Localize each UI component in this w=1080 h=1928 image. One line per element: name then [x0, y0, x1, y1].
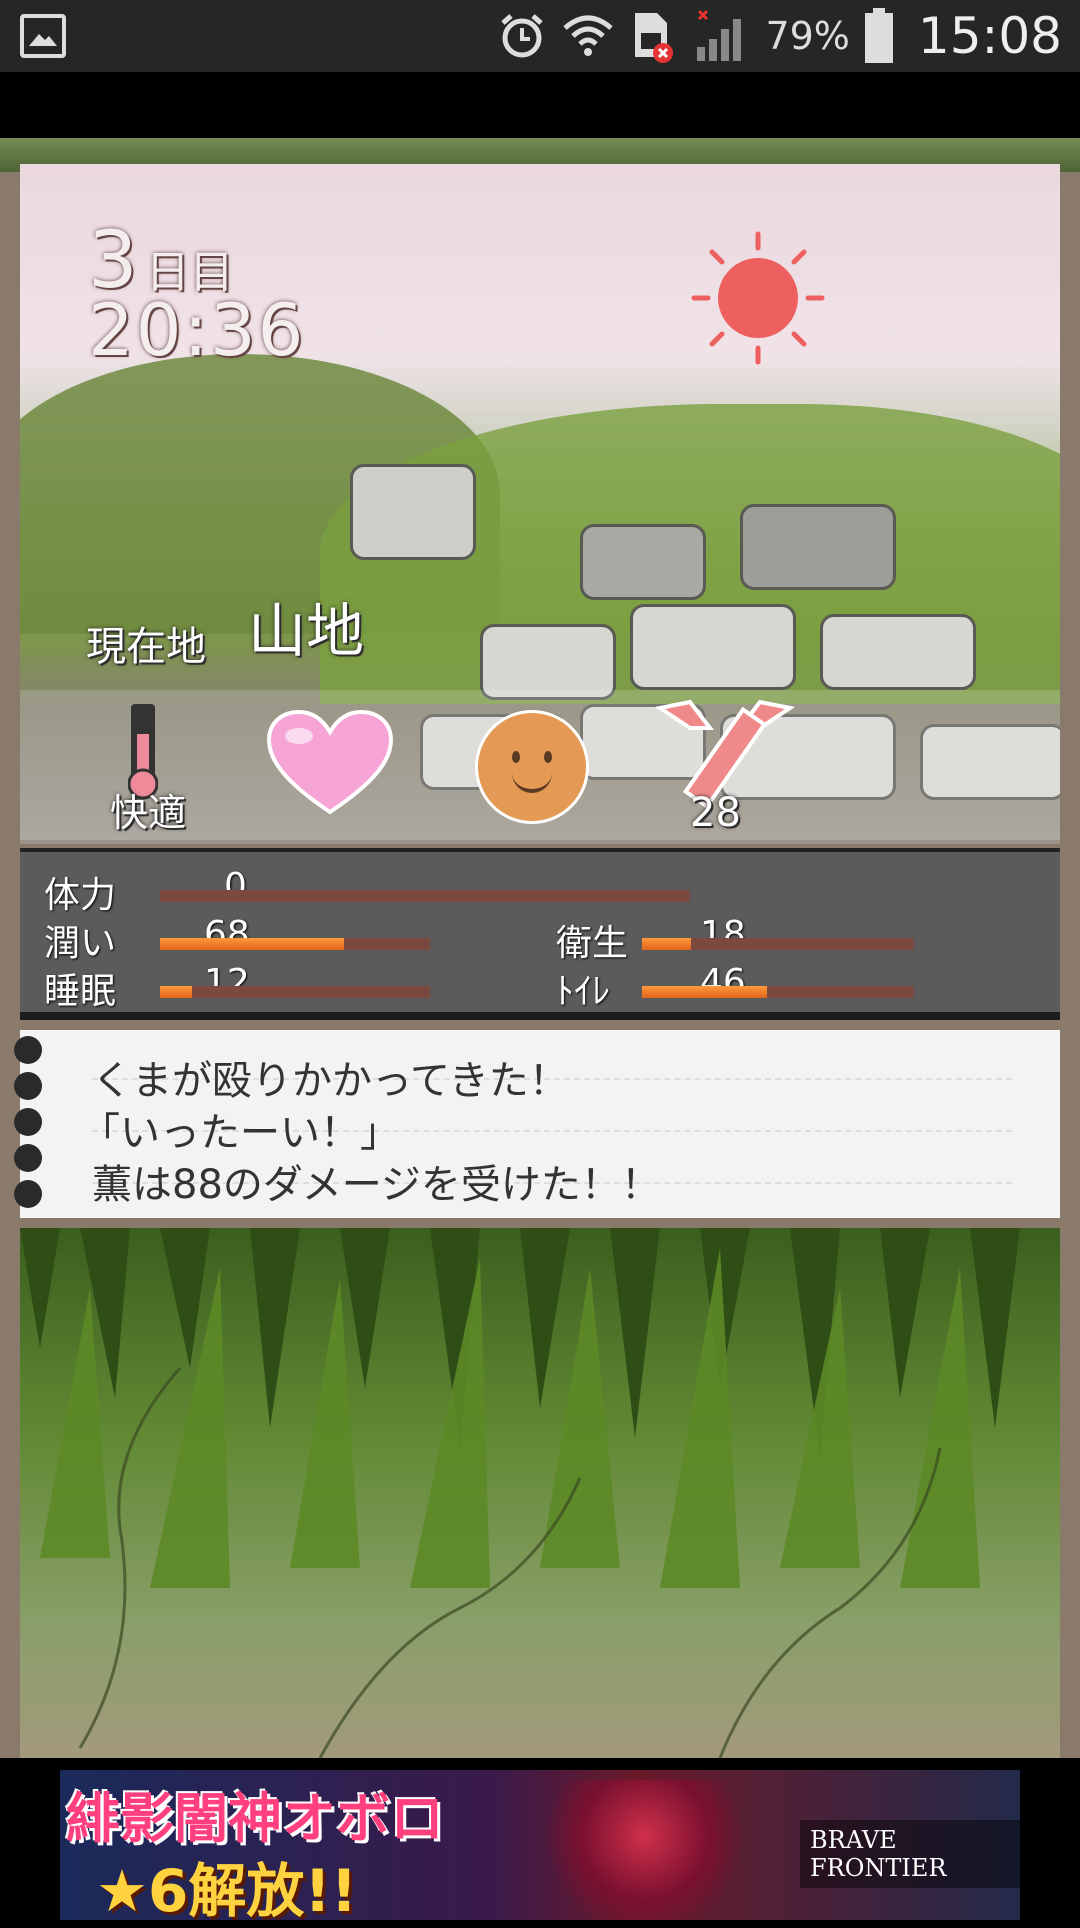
- clock: 15:08: [917, 7, 1062, 65]
- ad-banner[interactable]: 緋影闇神オボロ ★6解放!! BRAVE FRONTIER: [60, 1770, 1020, 1925]
- heart-icon[interactable]: [265, 708, 395, 818]
- location-name: 山地: [248, 597, 365, 665]
- toilet-bar-fill: [642, 986, 768, 998]
- day-counter: 3 日目 20:36: [88, 216, 306, 372]
- sim-error-icon: [635, 13, 674, 63]
- binder-ring: [14, 1108, 42, 1136]
- stat-stamina: 体力 0: [44, 866, 690, 916]
- location-label: 現在地: [86, 624, 206, 670]
- face-eye: [512, 751, 520, 763]
- stat-toilet: ﾄｲﾚ 46: [556, 962, 956, 1012]
- grass-field[interactable]: [20, 1228, 1060, 1758]
- game-clock: 20:36: [88, 288, 306, 372]
- stat-hygiene: 衛生 18: [556, 914, 956, 964]
- stats-panel: 体力 0 潤い 68 睡眠 12 衛生 18 ﾄｲﾚ 46: [20, 848, 1060, 1020]
- binder-ring: [14, 1072, 42, 1100]
- stat-moisture: 潤い 68: [44, 914, 430, 964]
- status-bar: 79% 15:08: [0, 0, 1080, 72]
- hygiene-bar: [642, 938, 914, 950]
- signal-icon: [697, 9, 742, 61]
- log-line: 薫は88のダメージを受けた！！: [92, 1162, 661, 1208]
- stat-label: 体力: [44, 875, 117, 916]
- moisture-bar: [160, 938, 430, 950]
- battery-icon: [864, 8, 893, 63]
- ad-subtitle: ★6解放!!: [96, 1857, 358, 1925]
- face-mouth: [512, 769, 552, 793]
- toilet-bar: [642, 986, 914, 998]
- sleep-bar-fill: [160, 986, 193, 998]
- stat-label: 潤い: [44, 923, 117, 964]
- image-icon: [20, 14, 66, 58]
- binder-ring: [14, 1180, 42, 1208]
- stat-sleep: 睡眠 12: [44, 962, 430, 1012]
- binder-ring: [14, 1036, 42, 1064]
- stat-label: 衛生: [556, 923, 629, 964]
- ad-character-art: [530, 1780, 760, 1920]
- sun-icon: [691, 231, 825, 365]
- log-line: 「いったーい！」: [80, 1110, 400, 1156]
- ad-title: 緋影闇神オボロ: [66, 1787, 444, 1850]
- sleep-bar: [160, 986, 430, 998]
- battery-percent: 79%: [765, 14, 850, 58]
- stamina-bar: [160, 890, 690, 902]
- message-log[interactable]: くまが殴りかかってきた！ 「いったーい！」 薫は88のダメージを受けた！！: [14, 1030, 1060, 1218]
- grass-blades: [20, 1228, 1020, 1758]
- stat-label: ﾄｲﾚ: [556, 971, 610, 1012]
- log-line: くまが殴りかかってきた！: [92, 1058, 569, 1104]
- wifi-icon: [563, 15, 614, 56]
- binder-ring: [14, 1144, 42, 1172]
- app-top-bar: [0, 72, 1080, 138]
- temperature-label: 快適: [110, 791, 187, 835]
- face-eye: [544, 751, 552, 763]
- weapon-count: 28: [690, 790, 741, 836]
- hygiene-bar-fill: [642, 938, 691, 950]
- smiley-face-icon[interactable]: [475, 710, 589, 824]
- stat-label: 睡眠: [44, 971, 117, 1012]
- alarm-icon: [501, 14, 544, 58]
- boulder: [350, 464, 476, 560]
- moisture-bar-fill: [160, 938, 344, 950]
- ad-brand-logo: BRAVE FRONTIER: [800, 1820, 1020, 1888]
